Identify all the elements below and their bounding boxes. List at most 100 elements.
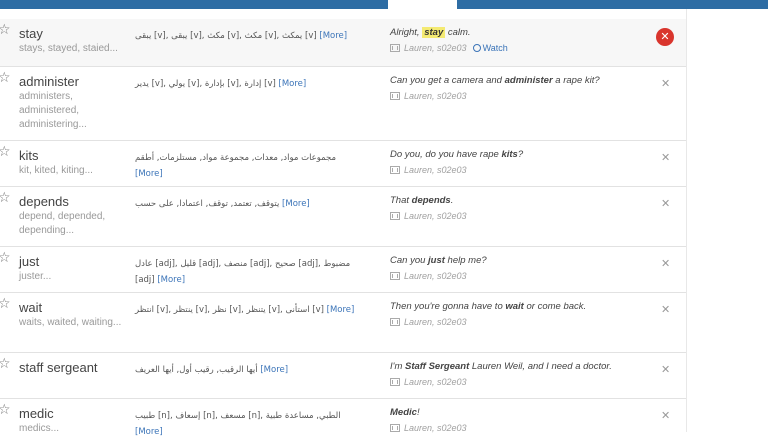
example-source: Lauren, s02e03 [390,317,467,327]
film-icon [390,318,400,326]
list-item: ☆ just juster... عادل [adj], قليل [adj],… [0,247,686,293]
example-quote: Alright, stay calm. [390,27,650,38]
word-forms: juster... [19,271,52,282]
source-label: Lauren, s02e03 [404,211,467,221]
translation-text: أيها الرقيب, رقيب أول, أيها العريف [135,365,258,375]
remove-button[interactable]: ✕ [656,28,674,46]
star-icon[interactable]: ☆ [0,251,11,265]
remove-button[interactable]: ✕ [661,198,670,209]
example-source: Lauren, s02e03 [390,91,467,101]
list-item: ☆ wait waits, waited, waiting... انتظر [… [0,293,686,353]
list-item: ☆ staff sergeant أيها الرقيب, رقيب أول, … [0,353,686,399]
word-term[interactable]: just [19,254,39,269]
film-icon [390,272,400,280]
example-source: Lauren, s02e03 Watch [390,43,508,53]
remove-button[interactable]: ✕ [661,364,670,375]
translations: يدير [v], يولي [v], بإدارة [v], إدارة [v… [135,76,360,92]
remove-button[interactable]: ✕ [661,78,670,89]
source-label: Lauren, s02e03 [404,165,467,175]
translation-text: انتظر [v], ينتظر [v], نظر [v], يتنظر [v]… [135,305,324,315]
quote-text: Lauren Weil, and I need a doctor. [469,361,612,372]
watch-link[interactable]: Watch [472,43,508,53]
star-icon[interactable]: ☆ [0,23,11,37]
quote-text: ! [416,407,420,418]
word-term[interactable]: medic [19,406,54,421]
more-link[interactable]: [More] [279,79,307,89]
keyword-highlight: stay [422,27,446,38]
word-term[interactable]: stay [19,26,43,41]
star-icon[interactable]: ☆ [0,297,11,311]
more-link[interactable]: [More] [260,365,288,375]
translation-text: يتوقف, تعتمد, توقف, اعتمادا, على حسب [135,199,280,209]
translation-text: مجموعات مواد, معدات, مجموعة مواد, مستلزم… [135,153,337,163]
quote-text: I'm [390,361,406,372]
example-source: Lauren, s02e03 [390,165,467,175]
word-term[interactable]: staff sergeant [19,360,98,375]
word-term[interactable]: depends [19,194,69,209]
source-label: Lauren, s02e03 [404,271,467,281]
more-link[interactable]: [More] [319,31,347,41]
remove-button[interactable]: ✕ [661,152,670,163]
more-link[interactable]: [More] [135,427,163,437]
example-source: Lauren, s02e03 [390,211,467,221]
keyword: Staff Sergeant [405,361,470,372]
more-link[interactable]: [More] [135,169,163,179]
example-quote: Do you, do you have rape kits? [390,149,650,160]
example-quote: Can you get a camera and administer a ra… [390,75,650,86]
quote-text: Can you get a camera and [390,75,505,86]
translation-text: طبيب [n], إسعاف [n], مسعف [n], الطبي, مس… [135,411,341,421]
quote-text: Do you, do you have rape [390,149,502,160]
quote-text: or come back. [523,301,587,312]
word-term[interactable]: kits [19,148,39,163]
quote-text: ? [517,149,524,160]
list-item: ☆ depends depend, depended, depending...… [0,187,686,247]
quote-text: . [450,195,454,206]
example-quote: Can you just help me? [390,255,650,266]
translation-text: يبقى [v], يبقى [v], مكث [v], مكث [v], يم… [135,31,317,41]
word-term[interactable]: wait [19,300,42,315]
word-term[interactable]: administer [19,74,79,89]
more-link[interactable]: [More] [327,305,355,315]
source-label: Lauren, s02e03 [404,317,467,327]
keyword: administer [504,75,553,86]
keyword: wait [505,301,524,312]
watch-label: Watch [482,43,508,53]
play-circle-icon [472,44,481,52]
more-link[interactable]: [More] [157,275,185,285]
film-icon [390,44,400,52]
translations: انتظر [v], ينتظر [v], نظر [v], يتنظر [v]… [135,302,360,318]
source-label: Lauren, s02e03 [404,43,467,53]
active-nav-tab[interactable] [388,0,457,9]
top-navigation-bar [0,0,768,9]
keyword: kits [501,149,518,160]
film-icon [390,424,400,432]
list-item: ☆ medic medics... طبيب [n], إسعاف [n], م… [0,399,686,439]
more-link[interactable]: [More] [282,199,310,209]
example-quote: Medic! [390,407,650,418]
keyword: just [428,255,445,266]
word-forms: kit, kited, kiting... [19,165,93,176]
quote-text: Then you're gonna have to [390,301,506,312]
film-icon [390,378,400,386]
translations: يبقى [v], يبقى [v], مكث [v], مكث [v], يم… [135,28,360,44]
star-icon[interactable]: ☆ [0,71,11,85]
quote-text: help me? [444,255,487,266]
remove-button[interactable]: ✕ [661,258,670,269]
source-label: Lauren, s02e03 [404,377,467,387]
translations: يتوقف, تعتمد, توقف, اعتمادا, على حسب [Mo… [135,196,360,212]
remove-button[interactable]: ✕ [661,304,670,315]
star-icon[interactable]: ☆ [0,145,11,159]
word-forms: waits, waited, waiting... [19,317,122,328]
example-source: Lauren, s02e03 [390,271,467,281]
word-forms: administers, administered, administering… [19,91,87,130]
example-quote: That depends. [390,195,650,206]
list-item: ☆ administer administers, administered, … [0,67,686,141]
star-icon[interactable]: ☆ [0,403,11,417]
remove-button[interactable]: ✕ [661,410,670,421]
film-icon [390,166,400,174]
translation-text: يدير [v], يولي [v], بإدارة [v], إدارة [v… [135,79,276,89]
star-icon[interactable]: ☆ [0,357,11,371]
star-icon[interactable]: ☆ [0,191,11,205]
word-forms: depend, depended, depending... [19,211,106,236]
keyword: depends [411,195,451,206]
